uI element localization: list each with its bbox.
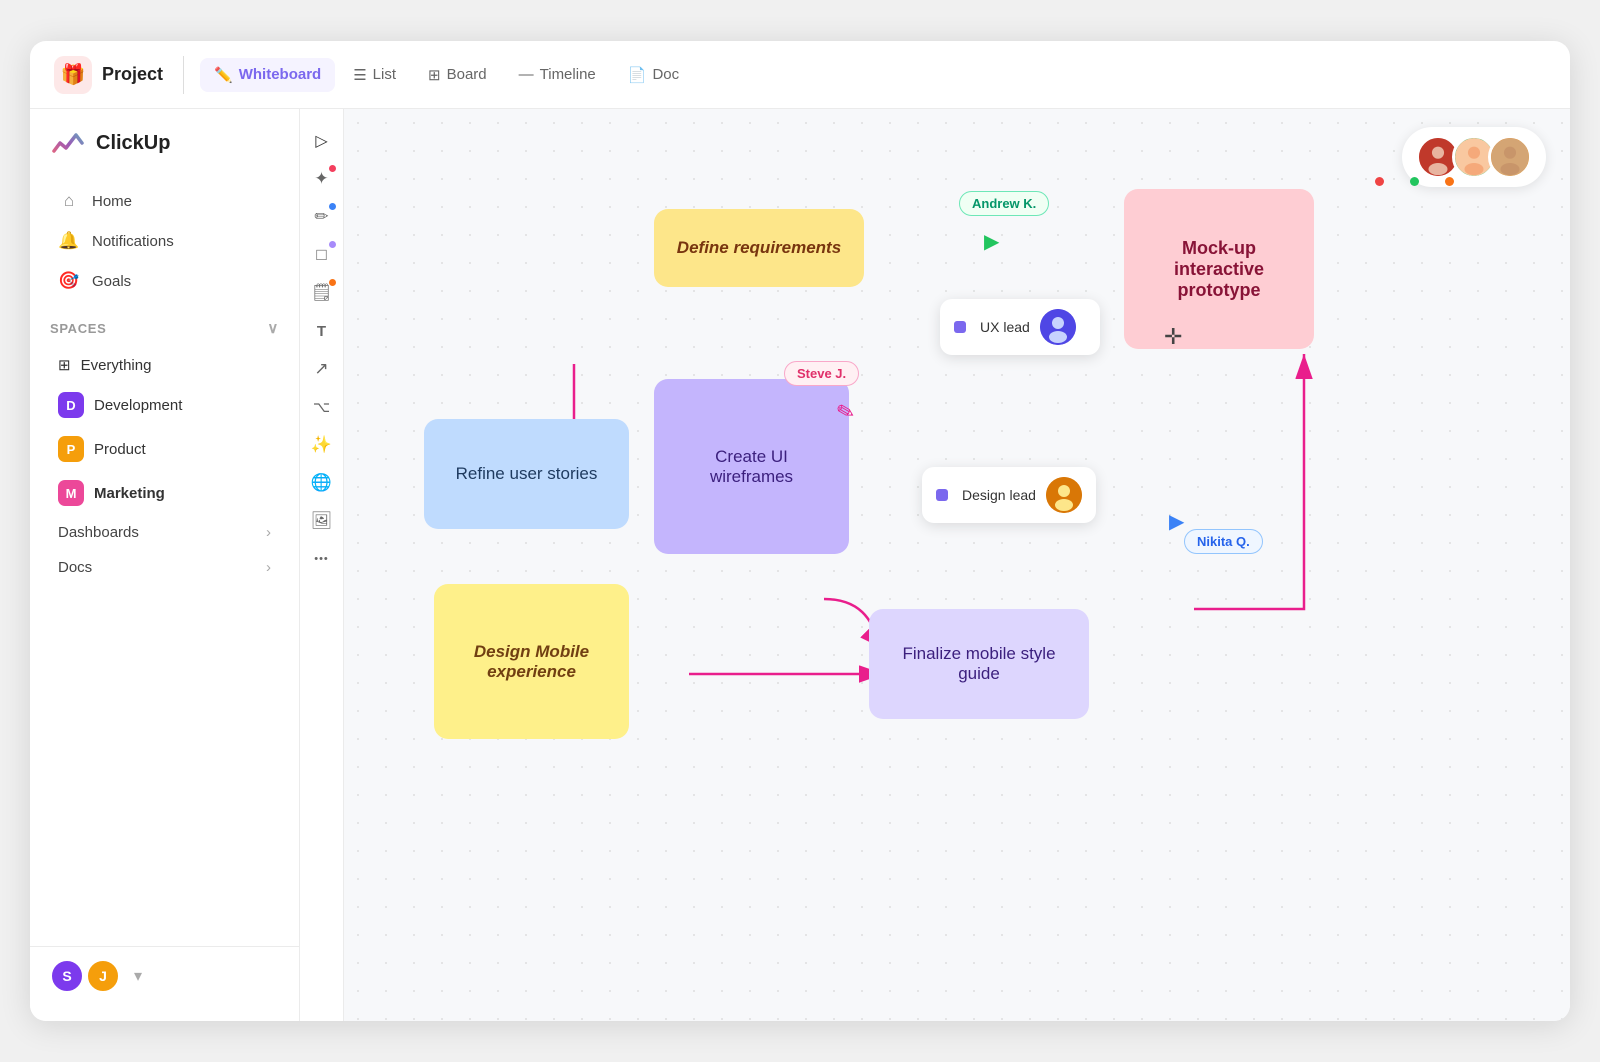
arrow-icon: ↗ [314, 359, 328, 379]
spaces-section: Spaces ∨ [30, 309, 299, 347]
tool-image[interactable]: 🖼 [304, 503, 340, 539]
clickup-logo-icon [50, 125, 86, 161]
project-header[interactable]: 🎁 Project [54, 56, 184, 94]
sidebar-item-home[interactable]: ⌂ Home [38, 181, 291, 221]
effects-icon: ✨ [311, 435, 332, 455]
cursor-1: ▶ [984, 229, 999, 254]
top-bar: 🎁 Project ✏️ Whiteboard ☰ List ⊞ Board ―… [30, 41, 1570, 109]
ux-lead-dot [954, 321, 966, 333]
label-andrew: Andrew K. [959, 191, 1049, 216]
image-icon: 🖼 [311, 511, 333, 531]
text-icon: T [317, 323, 326, 340]
sidebar-footer: S J ▾ [30, 946, 299, 1005]
cursor-icon: ▷ [315, 131, 327, 151]
home-icon: ⌂ [58, 191, 80, 211]
user-avatar-2[interactable]: J [86, 959, 120, 993]
tool-text[interactable]: T [304, 313, 340, 349]
magic-icon: ✦ [314, 169, 328, 189]
project-icon: 🎁 [54, 56, 92, 94]
chevron-right-icon: › [266, 524, 271, 541]
marketing-badge: M [58, 480, 84, 506]
node-define-requirements[interactable]: Define requirements [654, 209, 864, 287]
tool-select[interactable]: ▷ [304, 123, 340, 159]
user-avatar-s[interactable]: S [50, 959, 84, 993]
sidebar-item-goals[interactable]: 🎯 Goals [38, 261, 291, 301]
list-icon: ☰ [353, 66, 366, 84]
note-dot [329, 279, 336, 286]
magic-dot [329, 165, 336, 172]
collab-dots [1375, 177, 1454, 186]
tool-connect[interactable]: ⌥ [304, 389, 340, 425]
rect-dot [329, 241, 336, 248]
chevron-right-icon-docs: › [266, 559, 271, 576]
whiteboard-icon: ✏️ [214, 66, 233, 84]
tool-arrow[interactable]: ↗ [304, 351, 340, 387]
card-design-lead: Design lead [922, 467, 1096, 523]
tab-board[interactable]: ⊞ Board [414, 58, 501, 92]
connect-icon: ⌥ [313, 398, 330, 416]
product-badge: P [58, 436, 84, 462]
whiteboard-area: ▷ ✦ ✏ □ 🗒 T [300, 109, 1570, 1021]
sidebar-item-product[interactable]: P Product [38, 427, 291, 471]
tool-pen[interactable]: ✏ [304, 199, 340, 235]
node-design-mobile[interactable]: Design Mobile experience [434, 584, 629, 739]
flow-arrows [344, 109, 1570, 1021]
canvas[interactable]: Define requirements Refine user stories … [344, 109, 1570, 1021]
tab-whiteboard[interactable]: ✏️ Whiteboard [200, 58, 335, 92]
node-mockup-prototype[interactable]: Mock-up interactive prototype [1124, 189, 1314, 349]
design-lead-dot [936, 489, 948, 501]
sidebar: ClickUp ⌂ Home 🔔 Notifications 🎯 Goals S… [30, 109, 300, 1021]
note-icon: 🗒 [311, 283, 333, 303]
tab-doc[interactable]: 📄 Doc [614, 58, 693, 92]
collaborator-3 [1488, 135, 1532, 179]
sidebar-item-dashboards[interactable]: Dashboards › [38, 515, 291, 550]
node-finalize-mobile[interactable]: Finalize mobile style guide [869, 609, 1089, 719]
bell-icon: 🔔 [58, 231, 80, 251]
node-refine-user-stories[interactable]: Refine user stories [424, 419, 629, 529]
goals-icon: 🎯 [58, 271, 80, 291]
project-label: Project [102, 64, 163, 85]
label-steve: Steve J. [784, 361, 859, 386]
pen-icon: ✏ [314, 207, 328, 227]
tool-globe[interactable]: 🌐 [304, 465, 340, 501]
tool-note[interactable]: 🗒 [304, 275, 340, 311]
chevron-down-icon[interactable]: ∨ [267, 319, 279, 337]
pen-dot [329, 203, 336, 210]
node-create-ui-wireframes[interactable]: Create UI wireframes [654, 379, 849, 554]
tool-rect[interactable]: □ [304, 237, 340, 273]
user-dropdown-icon[interactable]: ▾ [134, 966, 142, 986]
everything-icon: ⊞ [58, 356, 71, 374]
card-ux-lead: UX lead [940, 299, 1100, 355]
logo-text: ClickUp [96, 132, 170, 155]
tool-effects[interactable]: ✨ [304, 427, 340, 463]
sidebar-item-everything[interactable]: ⊞ Everything [38, 347, 291, 383]
main-layout: ClickUp ⌂ Home 🔔 Notifications 🎯 Goals S… [30, 109, 1570, 1021]
sidebar-item-docs[interactable]: Docs › [38, 550, 291, 585]
board-icon: ⊞ [428, 66, 441, 84]
cursor-2: ▶ [1169, 509, 1184, 534]
ux-lead-avatar [1040, 309, 1076, 345]
toolbar: ▷ ✦ ✏ □ 🗒 T [300, 109, 344, 1021]
tool-magic[interactable]: ✦ [304, 161, 340, 197]
design-lead-avatar [1046, 477, 1082, 513]
logo: ClickUp [30, 125, 299, 181]
timeline-icon: ― [519, 66, 534, 83]
tab-list[interactable]: ☰ List [339, 58, 410, 92]
tool-more[interactable]: ••• [304, 541, 340, 577]
nav-tabs: ✏️ Whiteboard ☰ List ⊞ Board ― Timeline … [192, 58, 693, 92]
development-badge: D [58, 392, 84, 418]
globe-icon: 🌐 [311, 473, 332, 493]
doc-icon: 📄 [628, 66, 647, 84]
sidebar-nav: ⌂ Home 🔔 Notifications 🎯 Goals Spaces ∨ … [30, 181, 299, 946]
rect-icon: □ [316, 245, 326, 265]
sidebar-item-notifications[interactable]: 🔔 Notifications [38, 221, 291, 261]
label-nikita: Nikita Q. [1184, 529, 1263, 554]
sidebar-item-development[interactable]: D Development [38, 383, 291, 427]
more-icon: ••• [314, 553, 329, 565]
tab-timeline[interactable]: ― Timeline [505, 58, 610, 91]
sidebar-item-marketing[interactable]: M Marketing [38, 471, 291, 515]
